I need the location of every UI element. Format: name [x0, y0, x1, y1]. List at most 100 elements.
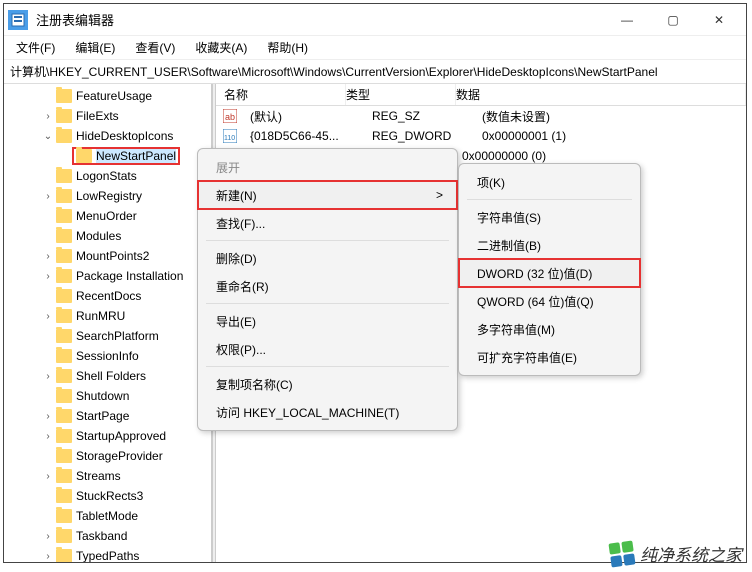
menu-item[interactable]: 新建(N)	[198, 181, 457, 209]
menu-help[interactable]: 帮助(H)	[259, 37, 316, 58]
close-button[interactable]: ✕	[696, 4, 742, 36]
tree-label: StartPage	[76, 409, 129, 423]
menu-separator	[206, 240, 449, 241]
menu-item[interactable]: QWORD (64 位)值(Q)	[459, 287, 640, 315]
menu-item[interactable]: 访问 HKEY_LOCAL_MACHINE(T)	[198, 398, 457, 426]
tree-item[interactable]: SearchPlatform	[4, 326, 211, 346]
tree-label: MountPoints2	[76, 249, 149, 263]
chevron-icon[interactable]: ›	[40, 431, 56, 442]
tree-label: Taskband	[76, 529, 127, 543]
tree-pane[interactable]: FeatureUsage › FileExts ⌄HideDesktopIcons Ne…	[4, 84, 212, 562]
window-title: 注册表编辑器	[36, 10, 604, 29]
tree-item[interactable]: FeatureUsage	[4, 86, 211, 106]
maximize-button[interactable]: ▢	[650, 4, 696, 36]
folder-icon	[56, 189, 72, 203]
tree-label: NewStartPanel	[96, 149, 176, 163]
menu-item[interactable]: 权限(P)...	[198, 335, 457, 363]
folder-icon	[56, 309, 72, 323]
tree-item[interactable]: ›TypedPaths	[4, 546, 211, 562]
folder-icon	[56, 349, 72, 363]
watermark-logo-icon	[608, 540, 635, 567]
menu-item[interactable]: 二进制值(B)	[459, 231, 640, 259]
tree-item[interactable]: StuckRects3	[4, 486, 211, 506]
tree-item[interactable]: › StartPage	[4, 406, 211, 426]
tree-item[interactable]: Modules	[4, 226, 211, 246]
folder-icon	[56, 429, 72, 443]
tree-item[interactable]: › Shell Folders	[4, 366, 211, 386]
address-bar[interactable]: 计算机\HKEY_CURRENT_USER\Software\Microsoft…	[4, 60, 746, 84]
chevron-icon[interactable]: ›	[40, 251, 56, 262]
menu-item[interactable]: 多字符串值(M)	[459, 315, 640, 343]
titlebar: 注册表编辑器 — ▢ ✕	[4, 4, 746, 36]
menu-edit[interactable]: 编辑(E)	[67, 37, 123, 58]
tree-item[interactable]: MenuOrder	[4, 206, 211, 226]
tree-item[interactable]: ›LowRegistry	[4, 186, 211, 206]
tree-item[interactable]: Shutdown	[4, 386, 211, 406]
tree-item[interactable]: NewStartPanel	[4, 146, 211, 166]
menu-item[interactable]: 导出(E)	[198, 307, 457, 335]
menu-item[interactable]: 删除(D)	[198, 244, 457, 272]
menu-separator	[206, 303, 449, 304]
menu-item[interactable]: 项(K)	[459, 168, 640, 196]
chevron-icon[interactable]: ›	[40, 371, 56, 382]
menu-file[interactable]: 文件(F)	[8, 37, 63, 58]
chevron-icon[interactable]: ›	[40, 531, 56, 542]
tree-item[interactable]: › FileExts	[4, 106, 211, 126]
menu-item[interactable]: 复制项名称(C)	[198, 370, 457, 398]
tree-item[interactable]: ⌄HideDesktopIcons	[4, 126, 211, 146]
tree-label: RunMRU	[76, 309, 125, 323]
menu-item[interactable]: 字符串值(S)	[459, 203, 640, 231]
tree-label: StorageProvider	[76, 449, 163, 463]
chevron-icon[interactable]: ⌄	[40, 131, 56, 142]
folder-icon	[56, 529, 72, 543]
folder-icon	[56, 549, 72, 562]
menu-separator	[467, 199, 632, 200]
col-header-type[interactable]: 类型	[346, 84, 456, 105]
folder-icon	[56, 129, 72, 143]
tree-item[interactable]: ›Streams	[4, 466, 211, 486]
folder-icon	[56, 209, 72, 223]
tree-item[interactable]: ›StartupApproved	[4, 426, 211, 446]
chevron-icon[interactable]: ›	[40, 191, 56, 202]
value-data: 0x00000000 (0)	[462, 149, 746, 163]
list-header: 名称 类型 数据	[216, 84, 746, 106]
menu-item[interactable]: 可扩充字符串值(E)	[459, 343, 640, 371]
tree-item[interactable]: RecentDocs	[4, 286, 211, 306]
chevron-icon[interactable]: ›	[40, 471, 56, 482]
menu-favorites[interactable]: 收藏夹(A)	[187, 37, 255, 58]
folder-icon	[56, 469, 72, 483]
tree-item[interactable]: StorageProvider	[4, 446, 211, 466]
col-header-data[interactable]: 数据	[456, 84, 746, 105]
tree-item[interactable]: ›Package Installation	[4, 266, 211, 286]
value-type: REG_DWORD	[372, 129, 482, 143]
menu-item[interactable]: 重命名(R)	[198, 272, 457, 300]
folder-icon	[56, 229, 72, 243]
folder-icon	[56, 489, 72, 503]
tree-label: TabletMode	[76, 509, 138, 523]
chevron-icon[interactable]: ›	[40, 271, 56, 282]
col-header-name[interactable]: 名称	[216, 84, 346, 105]
folder-icon	[56, 89, 72, 103]
tree-item[interactable]: › MountPoints2	[4, 246, 211, 266]
tree-item[interactable]: SessionInfo	[4, 346, 211, 366]
tree-item[interactable]: LogonStats	[4, 166, 211, 186]
tree-label: Shell Folders	[76, 369, 146, 383]
chevron-icon[interactable]: ›	[40, 411, 56, 422]
menu-item[interactable]: DWORD (32 位)值(D)	[459, 259, 640, 287]
tree-item[interactable]: TabletMode	[4, 506, 211, 526]
app-icon	[8, 10, 28, 30]
chevron-icon[interactable]: ›	[40, 311, 56, 322]
tree-item[interactable]: › RunMRU	[4, 306, 211, 326]
tree-item[interactable]: › Taskband	[4, 526, 211, 546]
chevron-icon[interactable]: ›	[40, 111, 56, 122]
list-row[interactable]: 110{018D5C66-45...REG_DWORD0x00000001 (1…	[216, 126, 746, 146]
folder-icon	[56, 449, 72, 463]
tree-label: LogonStats	[76, 169, 137, 183]
tree-label: FileExts	[76, 109, 119, 123]
minimize-button[interactable]: —	[604, 4, 650, 36]
menu-item[interactable]: 查找(F)...	[198, 209, 457, 237]
menu-view[interactable]: 查看(V)	[127, 37, 183, 58]
tree-label: MenuOrder	[76, 209, 137, 223]
chevron-icon[interactable]: ›	[40, 551, 56, 562]
list-row[interactable]: ab(默认)REG_SZ(数值未设置)	[216, 106, 746, 126]
